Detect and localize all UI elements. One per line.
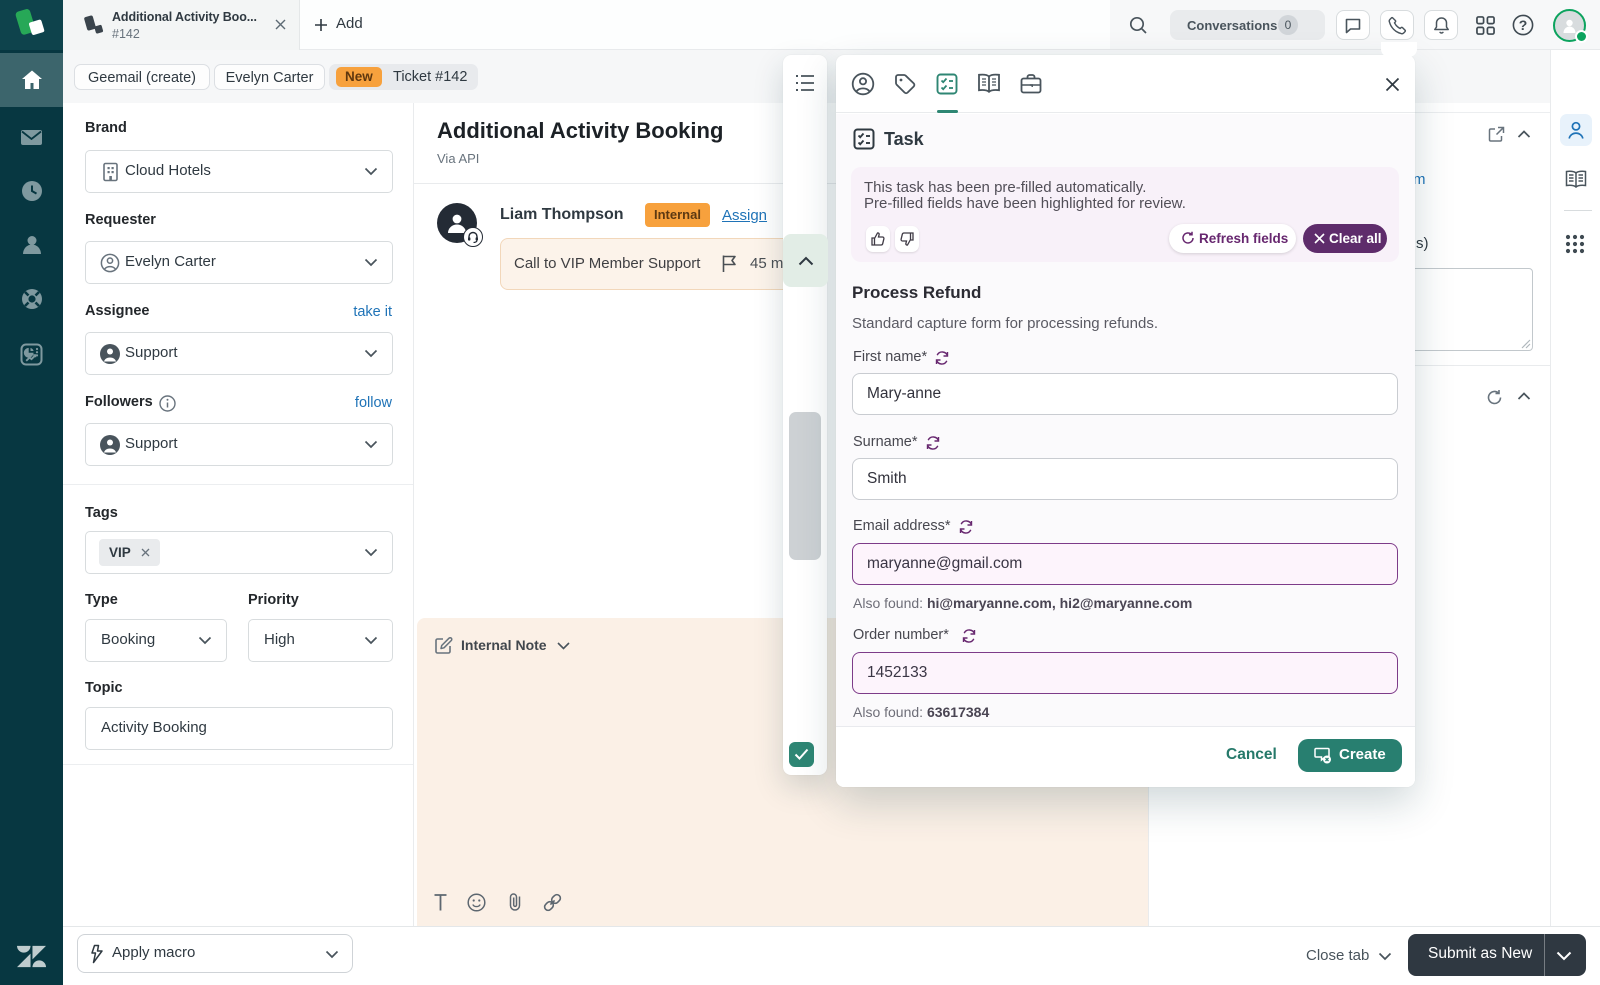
svg-text:?: ? (1519, 17, 1528, 33)
